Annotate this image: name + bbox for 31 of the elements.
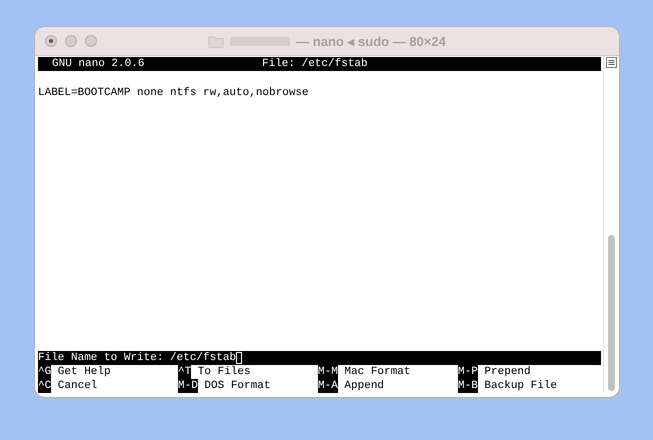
window-title: — nano ◂ sudo — 80×24 bbox=[296, 34, 446, 48]
shortcut-key: M-D bbox=[178, 379, 198, 393]
code-line: LABEL=BOOTCAMP none ntfs rw,auto,nobrowse bbox=[38, 86, 310, 100]
shortcut-key: M-P bbox=[458, 365, 478, 379]
shortcut-label[interactable]: DOS Format bbox=[198, 379, 270, 393]
file-title: File: /etc/fstab bbox=[262, 57, 368, 71]
version-text: GNU nano 2.0.6 bbox=[52, 57, 146, 71]
scrollbar[interactable] bbox=[603, 56, 619, 393]
menu-icon[interactable] bbox=[606, 57, 617, 68]
shortcut-label[interactable]: To Files bbox=[191, 365, 251, 379]
shortcut-key: M-M bbox=[318, 365, 338, 379]
shortcut-label[interactable]: Cancel bbox=[51, 379, 98, 393]
shortcut-key: M-B bbox=[458, 379, 478, 393]
filename-prompt[interactable]: File Name to Write: /etc/fstab bbox=[38, 351, 601, 365]
shortcut-label[interactable]: Append bbox=[338, 379, 384, 393]
zoom-button[interactable] bbox=[85, 35, 97, 47]
shortcut-label[interactable]: Prepend bbox=[478, 365, 531, 379]
text-cursor bbox=[236, 352, 242, 364]
shortcut-key: ^T bbox=[178, 365, 192, 379]
close-button[interactable] bbox=[45, 35, 57, 47]
prompt-label: File Name to Write: bbox=[38, 351, 164, 365]
shortcut-label[interactable]: Get Help bbox=[51, 365, 111, 379]
shortcut-key: ^G bbox=[38, 365, 52, 379]
shortcut-label[interactable]: Mac Format bbox=[338, 365, 410, 379]
minimize-button[interactable] bbox=[65, 35, 77, 47]
folder-icon bbox=[208, 34, 224, 48]
prompt-value: /etc/fstab bbox=[170, 351, 236, 365]
shortcut-label[interactable]: Backup File bbox=[478, 379, 558, 393]
shortcut-key: M-A bbox=[318, 379, 338, 393]
scrollbar-thumb[interactable] bbox=[608, 235, 615, 391]
shortcut-key: ^C bbox=[38, 379, 52, 393]
